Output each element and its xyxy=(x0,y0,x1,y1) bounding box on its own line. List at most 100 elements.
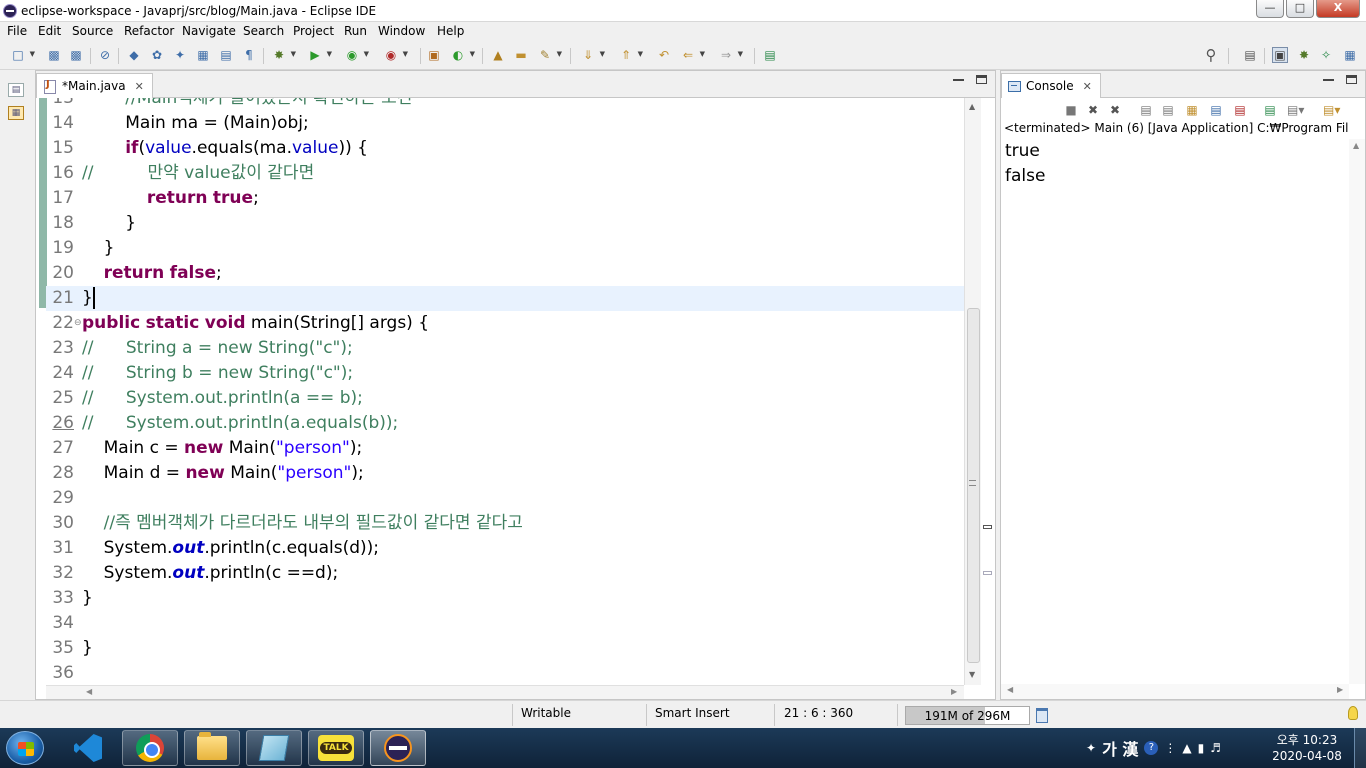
external-tools-icon[interactable]: ◉ ▼ xyxy=(383,47,408,63)
menu-refactor[interactable]: Refactor xyxy=(124,24,174,38)
show-hidden-icons[interactable]: ▲ xyxy=(1182,741,1191,755)
editor-horizontal-scrollbar[interactable]: ◀ ▶ xyxy=(46,685,964,699)
scroll-left-icon[interactable]: ◀ xyxy=(1007,685,1013,694)
previous-annotation-icon[interactable]: ⇑ ▼ xyxy=(618,47,643,63)
skip-breakpoints-icon[interactable]: ⊘ xyxy=(97,47,113,63)
remove-all-terminated-icon[interactable]: ✖ xyxy=(1108,103,1122,117)
code-line[interactable]: 16 // 만약 value값이 같다면 xyxy=(46,161,964,186)
forward-icon[interactable]: ⇒ ▼ xyxy=(718,47,743,63)
open-folder-icon[interactable]: ▬ xyxy=(513,47,529,63)
help-icon[interactable]: ? xyxy=(1144,741,1159,755)
garbage-collect-icon[interactable] xyxy=(1036,708,1048,723)
code-line[interactable]: 28 Main d = new Main("person"); xyxy=(46,461,964,486)
back-icon[interactable]: ⇐ ▼ xyxy=(680,47,705,63)
menu-window[interactable]: Window xyxy=(378,24,425,38)
code-line[interactable]: 13 //Main객체가 들어왔는지 확인하는 조건 xyxy=(46,98,964,111)
console-vertical-scrollbar[interactable]: ▲ xyxy=(1349,139,1365,684)
next-annotation-icon[interactable]: ⇓ ▼ xyxy=(580,47,605,63)
pin-console-icon[interactable]: ▤ xyxy=(1263,103,1277,117)
code-line[interactable]: 24 // String b = new String("c"); xyxy=(46,361,964,386)
package-explorer-icon[interactable]: ▦ xyxy=(8,106,24,120)
code-line[interactable]: 29 xyxy=(46,486,964,511)
new-java-class-icon[interactable]: ✿ xyxy=(149,47,165,63)
code-line[interactable]: 25 // System.out.println(a == b); xyxy=(46,386,964,411)
menu-search[interactable]: Search xyxy=(243,24,284,38)
code-line[interactable]: 36 xyxy=(46,661,964,685)
code-line[interactable]: 34 xyxy=(46,611,964,636)
code-line[interactable]: 19 } xyxy=(46,236,964,261)
overview-marker[interactable] xyxy=(983,571,992,575)
overview-ruler[interactable] xyxy=(981,98,995,685)
ime-options-icon[interactable]: ⋮ xyxy=(1164,741,1176,755)
scroll-right-icon[interactable]: ▶ xyxy=(951,687,957,696)
minimize-console-icon[interactable] xyxy=(1323,75,1334,81)
code-line[interactable]: 17 return true; xyxy=(46,186,964,211)
volume-icon[interactable]: ♬ xyxy=(1210,741,1221,755)
run-icon[interactable]: ▶ ▼ xyxy=(307,47,332,63)
console-horizontal-scrollbar[interactable]: ◀ ▶ xyxy=(1001,684,1349,699)
code-line[interactable]: 33} xyxy=(46,586,964,611)
maximize-console-icon[interactable] xyxy=(1346,75,1357,84)
open-type-icon[interactable]: ✦ xyxy=(172,47,188,63)
minimize-button[interactable]: — xyxy=(1256,0,1284,18)
scroll-up-icon[interactable]: ▲ xyxy=(969,102,975,111)
menu-navigate[interactable]: Navigate xyxy=(182,24,236,38)
taskbar-chrome[interactable] xyxy=(122,730,178,766)
show-on-error-icon[interactable]: ▤ xyxy=(1233,103,1247,117)
code-line[interactable]: 35} xyxy=(46,636,964,661)
code-line[interactable]: 26 // System.out.println(a.equals(b)); xyxy=(46,411,964,436)
code-line[interactable]: 20 return false; xyxy=(46,261,964,286)
code-line[interactable]: 23 // String a = new String("c"); xyxy=(46,336,964,361)
fold-toggle-icon[interactable]: ⊖ xyxy=(74,311,82,336)
code-line[interactable]: 18 } xyxy=(46,211,964,236)
last-edit-location-icon[interactable]: ↶ xyxy=(656,47,672,63)
save-all-icon[interactable]: ▩ xyxy=(68,47,84,63)
start-button[interactable] xyxy=(6,731,44,765)
menu-help[interactable]: Help xyxy=(437,24,464,38)
restore-view-icon[interactable]: ▤ xyxy=(8,83,24,97)
terminate-icon[interactable]: ■ xyxy=(1064,103,1078,117)
power-icon[interactable]: ▮ xyxy=(1198,741,1205,755)
window-title-bar[interactable]: eclipse-workspace - Javaprj/src/blog/Mai… xyxy=(0,0,1366,22)
taskbar-notepad[interactable] xyxy=(246,730,302,766)
code-line-current[interactable]: 21} xyxy=(46,286,964,311)
debug-perspective-icon[interactable]: ✸ xyxy=(1296,47,1312,63)
ime-indicator[interactable]: 가 漢 xyxy=(1102,736,1138,760)
new-java-project-icon[interactable]: ▣ xyxy=(426,47,442,63)
close-button[interactable]: X xyxy=(1316,0,1360,18)
search-icon[interactable]: ✎ ▼ xyxy=(537,47,562,63)
perspective-extra-icon[interactable]: ▦ xyxy=(1342,47,1358,63)
new-java-package-icon[interactable]: ◆ xyxy=(126,47,142,63)
new-class-icon[interactable]: ◐ ▼ xyxy=(450,47,475,63)
tip-lightbulb-icon[interactable] xyxy=(1348,706,1358,720)
java-perspective-icon[interactable]: ▣ xyxy=(1272,47,1288,63)
heap-status[interactable]: 191M of 296M xyxy=(905,706,1030,725)
code-line[interactable]: 14 Main ma = (Main)obj; xyxy=(46,111,964,136)
insert-mode-status[interactable]: Smart Insert xyxy=(655,706,730,720)
show-on-output-icon[interactable]: ▤ xyxy=(1209,103,1223,117)
menu-edit[interactable]: Edit xyxy=(38,24,61,38)
language-bar-icon[interactable]: ✦ xyxy=(1086,741,1096,755)
code-line[interactable]: 15 if(value.equals(ma.value)) { xyxy=(46,136,964,161)
console-output[interactable]: true false xyxy=(1005,139,1045,189)
save-icon[interactable]: ▩ xyxy=(46,47,62,63)
tab-main-java[interactable]: *Main.java ✕ xyxy=(36,73,153,98)
maximize-editor-icon[interactable] xyxy=(976,75,987,84)
minimize-editor-icon[interactable] xyxy=(953,75,964,81)
close-console-icon[interactable]: ✕ xyxy=(1083,80,1092,93)
coverage-icon[interactable]: ◉ ▼ xyxy=(344,47,369,63)
tab-console[interactable]: Console ✕ xyxy=(1001,73,1101,98)
remove-launch-icon[interactable]: ✖ xyxy=(1086,103,1100,117)
overview-marker-current[interactable] xyxy=(983,525,992,529)
git-perspective-icon[interactable]: ✧ xyxy=(1318,47,1334,63)
open-task-icon[interactable]: ▲ xyxy=(490,47,506,63)
new-icon[interactable]: □ ▼ xyxy=(10,47,35,63)
scroll-right-icon[interactable]: ▶ xyxy=(1337,685,1343,694)
toggle-mark-occurrences-icon[interactable]: ▦ xyxy=(195,47,211,63)
display-console-icon[interactable]: ▤▾ xyxy=(1287,103,1304,117)
taskbar-file-explorer[interactable] xyxy=(184,730,240,766)
taskbar-clock[interactable]: 오후 10:23 2020-04-08 xyxy=(1262,732,1352,764)
menu-source[interactable]: Source xyxy=(72,24,113,38)
show-desktop-button[interactable] xyxy=(1354,728,1366,768)
code-line[interactable]: 32 System.out.println(c ==d); xyxy=(46,561,964,586)
